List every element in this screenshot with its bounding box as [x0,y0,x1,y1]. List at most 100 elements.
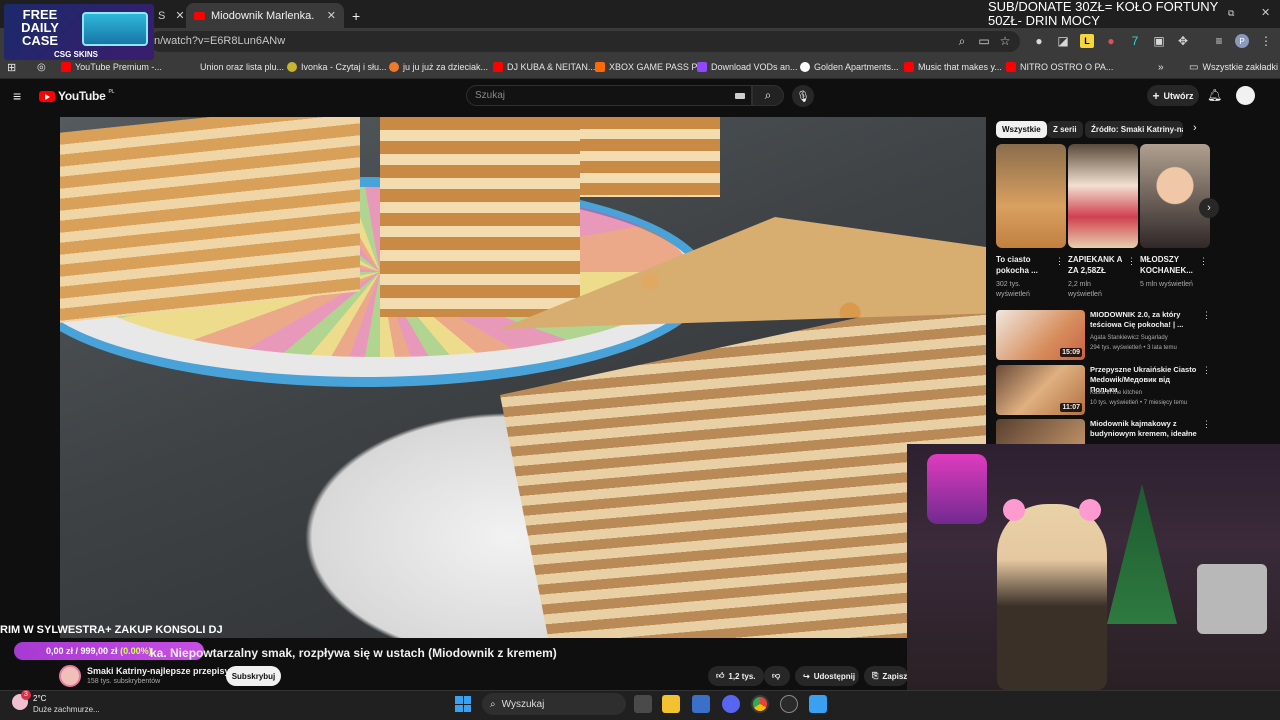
new-tab-button[interactable]: + [344,3,368,28]
short-thumbnail [996,144,1066,248]
menu-icon[interactable]: ⋮ [1259,34,1273,48]
short-views: 5 mln wyświetleń [1140,281,1193,288]
media-icon[interactable]: ≡ [1212,34,1226,48]
profile-avatar[interactable]: P [1235,34,1249,48]
list-item[interactable]: 11:07 Przepyszne Ukraińskie Ciasto Medow… [996,365,1216,415]
apps-icon[interactable]: ⊞ [7,59,16,75]
search-input[interactable]: Szukaj [466,85,752,106]
tab-label: Miodownik Marlenka. Niepowt [211,9,317,22]
headphone-ear [1003,499,1025,521]
bookmark-item[interactable]: Union oraz lista plu... [186,59,284,75]
restore-icon[interactable]: ⧉ [1228,8,1234,19]
close-icon[interactable]: ✕ [327,9,336,22]
channel-name[interactable]: Smaki Katriny-najlepsze przepisy [87,666,230,676]
search-button[interactable]: ⌕ [752,85,784,106]
bookmarks-bar: ⊞ ◎ YouTube Premium -... Union oraz list… [0,55,1280,79]
headphone-ear [1079,499,1101,521]
more-icon[interactable]: ⋮ [1127,256,1136,267]
extension-icon[interactable]: ● [1104,34,1118,48]
youtube-logo[interactable]: YouTube PL [39,89,115,103]
bookmark-item[interactable]: DJ KUBA & NEITAN... [493,59,595,75]
save-button[interactable]: ⎘ Zapisz [864,666,908,686]
chrome-icon[interactable] [751,695,769,713]
streamer [997,504,1107,690]
youtube-icon [493,62,503,72]
youtube-icon [61,62,71,72]
extension-icon[interactable]: L [1080,34,1094,48]
short-item[interactable]: To ciasto pokocha ... 302 tys. wyświetle… [996,144,1066,300]
keyboard-icon[interactable] [735,93,745,99]
share-button[interactable]: ↪ Udostępnij [795,666,859,686]
bookmark-item[interactable]: ju ju już za dzieciak... [389,59,488,75]
app-icon[interactable] [809,695,827,713]
donate-line-1: SUB/DONATE 30ZŁ= KOŁO FORTUNY [988,0,1219,14]
hamburger-menu-icon[interactable]: ≡ [13,88,21,104]
short-item[interactable]: ZAPIEKANK A ZA 2,58ZŁ 2,2 mln wyświetleń… [1068,144,1138,300]
list-item[interactable]: Miodownik kajmakowy z budyniowym kremem,… [996,419,1216,444]
chevron-right-icon[interactable]: › [1193,122,1197,134]
extension-icon[interactable]: ▣ [1152,34,1166,48]
close-window-icon[interactable]: ✕ [1261,6,1270,19]
more-icon[interactable]: ⋮ [1202,365,1211,376]
background-appliance [1197,564,1267,634]
like-button[interactable]: 👍︎ 1,2 tys. [708,666,764,686]
short-item[interactable]: MŁODSZY KOCHANEK... 5 mln wyświetleń ⋮ [1140,144,1210,290]
chrome-icon[interactable]: ◎ [37,59,46,75]
close-icon[interactable]: ✕ [175,9,184,22]
more-icon[interactable]: ⋮ [1199,256,1208,267]
weather-desc[interactable]: Duże zachmurze... [33,705,100,714]
more-icon[interactable]: ⋮ [1202,419,1211,430]
taskbar-search[interactable]: ⌕ Wyszukaj [482,693,626,715]
star-icon[interactable]: ☆ [998,34,1012,48]
subscribe-button[interactable]: Subskrybuj [226,666,281,686]
windows-start-icon[interactable] [455,696,471,712]
chevron-right-icon[interactable]: » [1158,59,1164,75]
video-title: Miodownik kajmakowy z budyniowym kremem,… [1090,419,1197,444]
bookmark-item[interactable]: Download VODs an... [697,59,798,75]
avatar[interactable] [1236,86,1255,105]
short-views: 302 tys. wyświetleń [996,281,1030,298]
bookmark-item[interactable]: Golden Apartments... [800,59,899,75]
bell-icon[interactable]: 🔔︎ [1207,88,1222,102]
task-view-icon[interactable] [634,695,652,713]
bookmark-item[interactable]: YouTube Premium -... [61,59,162,75]
bookmark-item[interactable]: XBOX GAME PASS P... [595,59,704,75]
bookmark-item[interactable]: Music that makes y... [904,59,1002,75]
dislike-button[interactable]: 👎︎ [764,666,790,686]
video-thumbnail: 15:09 [996,310,1085,360]
search-icon: ⌕ [490,698,496,710]
list-item[interactable]: 15:09 MIODOWNIK 2.0, za który teściowa C… [996,310,1216,360]
create-button[interactable]: + Utwórz [1147,85,1199,106]
channel-avatar[interactable] [59,665,81,687]
file-explorer-icon[interactable] [662,695,680,713]
stream-title: RIM W SYLWESTRA+ ZAKUP KONSOLI DJ [0,624,223,636]
cake-slice-back-left [60,117,360,323]
cast-icon[interactable]: ▭ [977,34,991,48]
weather-temp[interactable]: 2°C [33,694,46,703]
extensions-puzzle-icon[interactable]: ✥ [1176,34,1190,48]
extension-icon[interactable]: ◪ [1056,34,1070,48]
zoom-icon[interactable]: ⌕ [955,34,969,48]
bookmark-item[interactable]: NITRO OSTRO O PA... [1006,59,1113,75]
more-icon[interactable]: ⋮ [1055,256,1064,267]
mic-button[interactable]: 🎙 [792,85,814,107]
obs-icon[interactable] [780,695,798,713]
more-icon[interactable]: ⋮ [1202,310,1211,321]
bookmark-item[interactable]: Ivonka - Czytaj i słu... [287,59,387,75]
video-player[interactable] [60,117,986,638]
chip-all[interactable]: Wszystkie [996,121,1047,138]
store-icon[interactable] [692,695,710,713]
url-field[interactable]: n/watch?v=E6R8Lun6ANw [150,31,1020,52]
duration-badge: 15:09 [1060,348,1082,357]
all-bookmarks[interactable]: ▭ Wszystkie zakładki [1189,59,1278,75]
folder-icon: ▭ [1189,61,1199,73]
extension-icon[interactable]: 7 [1128,34,1142,48]
chevron-right-icon[interactable]: › [1199,198,1219,218]
chip-series[interactable]: Z serii [1047,121,1083,138]
tab-active[interactable]: Miodownik Marlenka. Niepowt ✕ [186,3,344,28]
globe-icon [800,62,810,72]
chip-source[interactable]: Źródło: Smaki Katriny-najle [1085,121,1183,138]
extension-icon[interactable]: ● [1032,34,1046,48]
bookmark-icon: ⎘ [872,671,879,680]
discord-icon[interactable] [722,695,740,713]
